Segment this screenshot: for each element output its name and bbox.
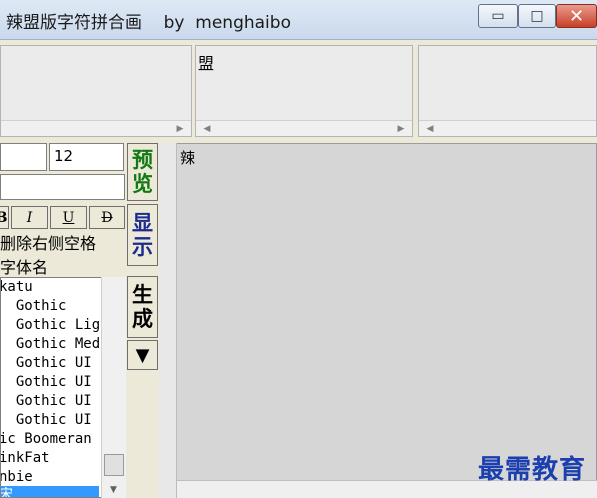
- preview-button-char-1: 预: [132, 148, 153, 172]
- bold-button[interactable]: B: [0, 206, 9, 229]
- list-item[interactable]: Gothic Lig: [1, 316, 100, 335]
- scroll-right-icon[interactable]: ▶: [394, 121, 408, 137]
- show-button-char-1: 显: [132, 211, 153, 235]
- watermark-logo: 最需教育: [478, 455, 587, 485]
- chevron-down-icon: ▼: [135, 344, 150, 366]
- top-panel-3-scrollbar[interactable]: ◀: [419, 120, 596, 136]
- font-name-label: 字体名: [0, 258, 49, 277]
- input-field[interactable]: [0, 174, 125, 200]
- generate-button-char-2: 成: [132, 307, 153, 331]
- maximize-icon: □: [530, 8, 544, 24]
- trim-right-spaces-option[interactable]: 删除右侧空格: [0, 230, 96, 254]
- close-button[interactable]: ✕: [556, 4, 597, 28]
- preview-vertical-scrollbar[interactable]: [159, 143, 177, 498]
- underline-button[interactable]: U: [50, 206, 87, 229]
- scroll-left-icon[interactable]: ◀: [200, 121, 214, 137]
- font-size-field[interactable]: 12: [49, 143, 124, 171]
- list-item[interactable]: Gothic UI: [1, 373, 92, 392]
- minimize-button[interactable]: ▭: [478, 4, 518, 28]
- strikethrough-button[interactable]: D: [89, 206, 125, 229]
- preview-button-char-2: 览: [132, 172, 153, 196]
- font-list-scroll-thumb[interactable]: [104, 454, 124, 476]
- preview-button[interactable]: 预 览: [127, 143, 158, 201]
- list-item[interactable]: ic Boomeran: [1, 430, 92, 449]
- minimize-icon: ▭: [491, 8, 505, 24]
- show-button[interactable]: 显 示: [127, 204, 158, 266]
- list-item[interactable]: Gothic Med: [1, 335, 100, 354]
- list-item[interactable]: Gothic UI: [1, 411, 92, 430]
- top-panel-1[interactable]: ▶: [0, 45, 192, 137]
- generate-button-char-1: 生: [132, 283, 153, 307]
- top-panel-2[interactable]: 盟 ◀ ▶: [195, 45, 413, 137]
- top-panel-3[interactable]: ◀: [418, 45, 597, 137]
- list-item[interactable]: katu: [1, 278, 33, 297]
- close-icon: ✕: [568, 5, 585, 27]
- list-item[interactable]: Gothic UI: [1, 392, 92, 411]
- preview-text: 辣: [180, 149, 196, 167]
- top-panel-2-scrollbar[interactable]: ◀ ▶: [196, 120, 412, 136]
- maximize-button[interactable]: □: [518, 4, 556, 28]
- italic-button[interactable]: I: [11, 206, 48, 229]
- scroll-down-icon[interactable]: ▼: [101, 482, 126, 498]
- list-item[interactable]: nbie: [1, 468, 33, 487]
- title-bar: 辣盟版字符拼合画 by menghaibo ▭ □ ✕: [0, 0, 597, 40]
- generate-button[interactable]: 生 成: [127, 276, 158, 338]
- dropdown-button[interactable]: ▼: [127, 340, 158, 370]
- top-panel-1-scrollbar[interactable]: ▶: [1, 120, 191, 136]
- list-item[interactable]: Gothic UI: [1, 354, 92, 373]
- scroll-right-icon[interactable]: ▶: [173, 121, 187, 137]
- list-item[interactable]: Gothic: [1, 297, 67, 316]
- list-item-selected[interactable]: 宋: [1, 486, 99, 497]
- preview-canvas[interactable]: 辣: [159, 143, 597, 498]
- scroll-left-icon[interactable]: ◀: [423, 121, 437, 137]
- top-panel-2-text: 盟: [198, 54, 215, 73]
- window-title: 辣盟版字符拼合画 by menghaibo: [6, 13, 291, 33]
- text-field[interactable]: [0, 143, 47, 171]
- show-button-char-2: 示: [132, 235, 153, 259]
- list-item[interactable]: inkFat: [1, 449, 50, 468]
